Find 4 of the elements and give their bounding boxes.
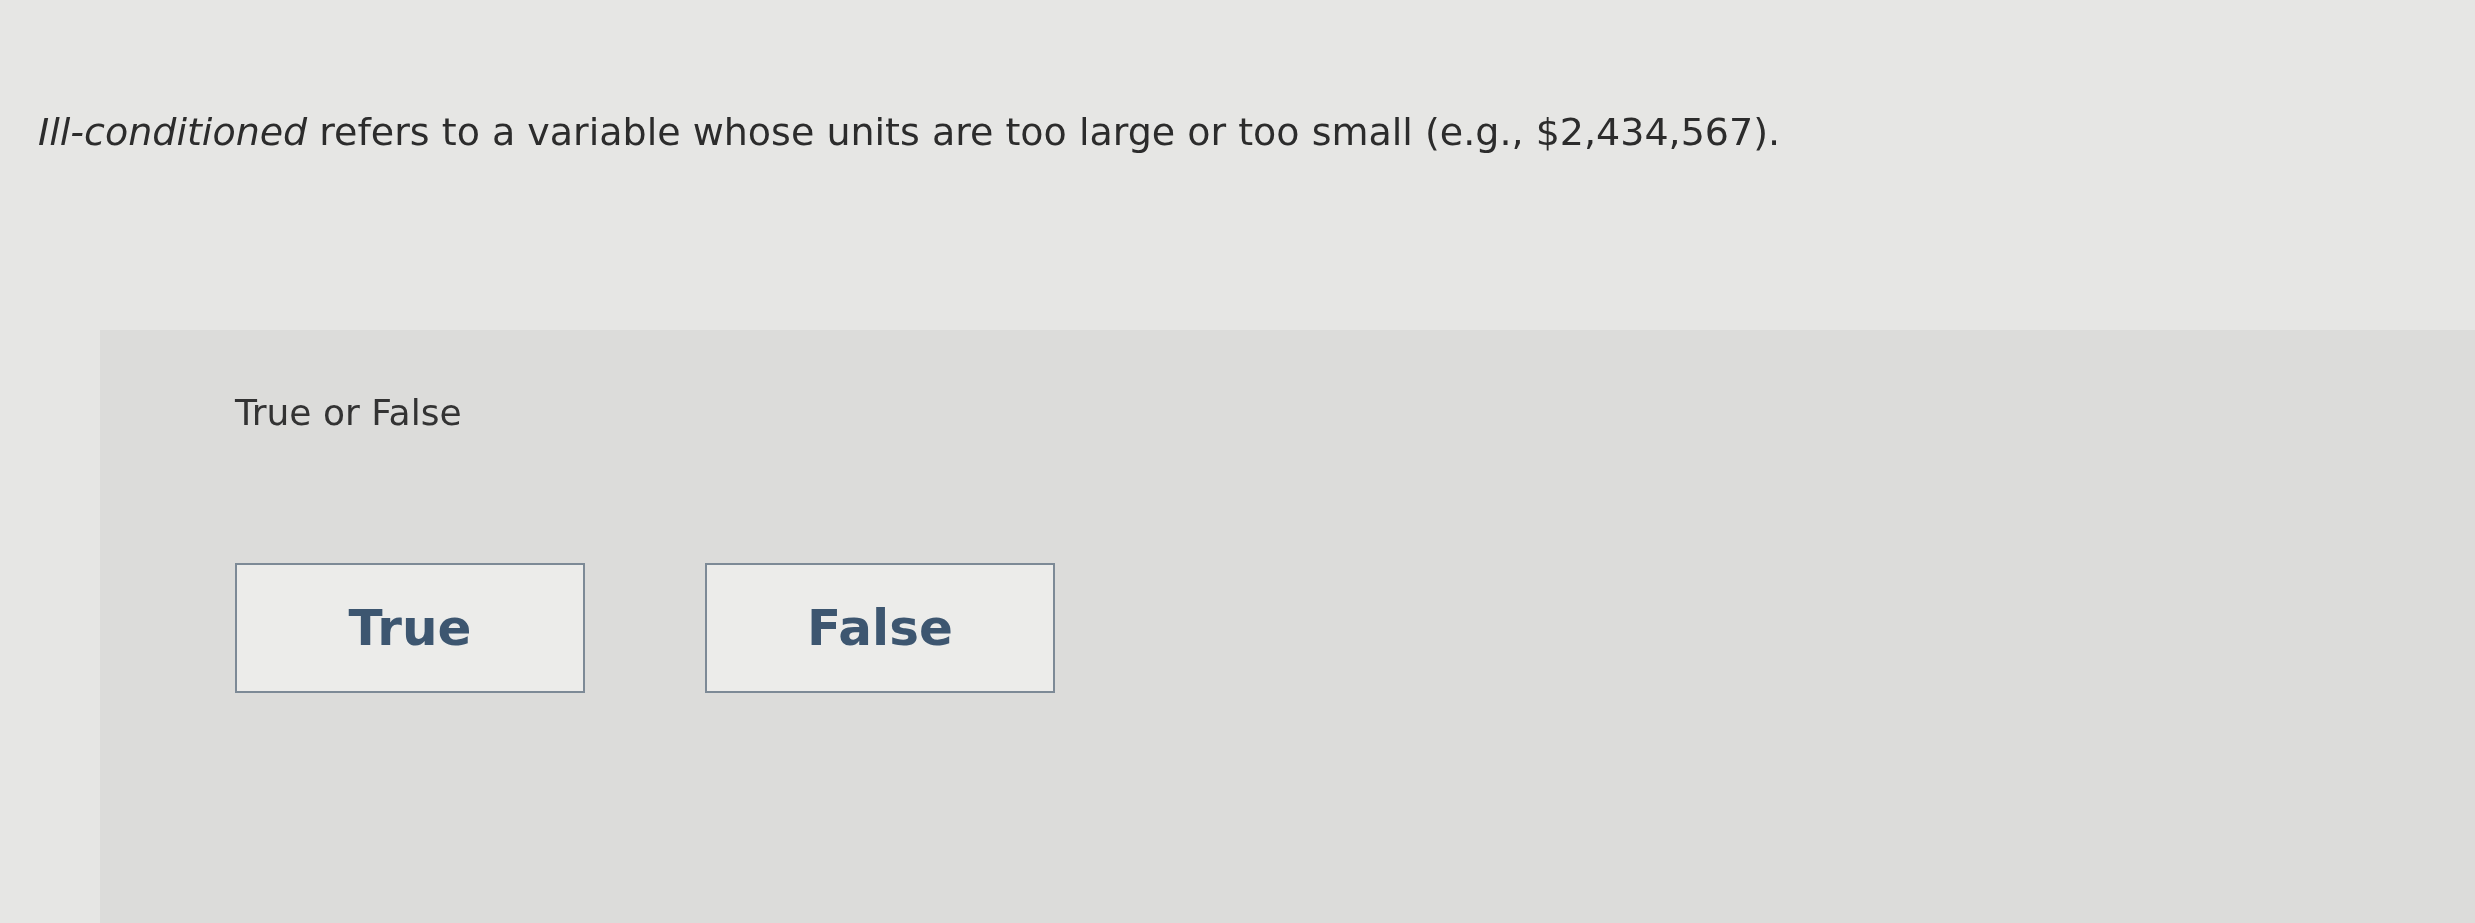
prompt-text: True or False [235, 392, 462, 433]
answer-button[interactable]: True [235, 563, 585, 693]
answer-button[interactable]: False [705, 563, 1055, 693]
question-text: Ill-conditioned refers to a variable whose units are too large or too small (e.g., $2,434,567). [38, 110, 1781, 154]
